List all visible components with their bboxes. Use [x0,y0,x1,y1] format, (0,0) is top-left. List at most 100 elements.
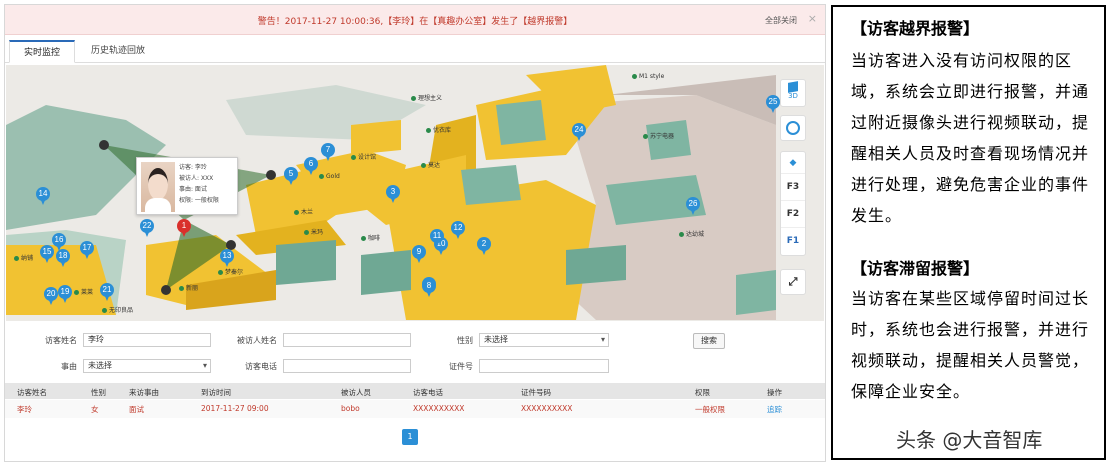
location-pin[interactable]: 9 [412,245,426,263]
location-pin[interactable]: 14 [36,187,50,205]
col-header: 访客电话 [413,388,443,397]
poi-napu[interactable]: 纳铺 [14,253,33,262]
floor-f1[interactable]: F1 [781,228,805,255]
location-pin[interactable]: 24 [572,123,586,141]
track-link[interactable]: 追踪 [767,404,782,415]
location-pin[interactable]: 6 [304,157,318,175]
pagination-page-1[interactable]: 1 [402,429,418,445]
location-pin[interactable]: 7 [321,143,335,161]
col-header: 证件号码 [521,388,551,397]
col-header: 来访事由 [129,388,159,397]
poi-mulan[interactable]: 木兰 [294,207,313,216]
poi-mengqin[interactable]: 梦秦尔 [218,267,243,276]
fullscreen-icon[interactable]: ⤢ [780,269,806,295]
location-pin[interactable]: 2 [477,237,491,255]
compass-icon [786,121,800,135]
poi-muji[interactable]: 无印良品 [102,305,133,314]
visitor-name-input[interactable]: 李玲 [83,333,211,347]
floor-f2[interactable]: F2 [781,201,805,228]
card-reason: 事由: 面试 [179,186,207,193]
cell-permission: 一般权限 [695,405,725,414]
location-pin[interactable]: 26 [686,197,700,215]
location-pin[interactable]: 8 [422,279,436,297]
search-form: 访客姓名 李玲 被访人姓名 性别 未选择 搜索 事由 未选择 访客电话 证件号 [5,323,825,383]
poi-gold[interactable]: Gold [319,173,340,180]
cell-gender: 女 [91,405,99,414]
cell-name: 李玲 [17,405,32,414]
location-pin[interactable]: 3 [386,185,400,203]
cube-icon [788,81,798,93]
visitor-phone-label: 访客电话 [245,362,277,371]
cell-time: 2017-11-27 09:00 [201,404,269,413]
cell-visited: bobo [341,404,360,413]
poi-xinli[interactable]: 新丽 [179,283,198,292]
view-3d-button[interactable]: 3D [780,79,806,107]
location-pin[interactable]: 12 [451,221,465,239]
id-input[interactable] [479,359,609,373]
location-pin[interactable]: 21 [100,283,114,301]
visitor-photo [141,162,175,212]
location-pin[interactable]: 25 [766,95,780,113]
poi-design[interactable]: 设计馆 [351,152,376,161]
card-visited-name: 被访人: XXX [179,175,214,182]
poi-dayoucheng[interactable]: 达幼城 [679,229,704,238]
location-pin[interactable]: 20 [44,287,58,305]
alert-banner: 警告！2017-11-27 10:00:36,【李玲】在【真趣办公室】发生了【越… [5,5,825,35]
location-pin[interactable]: 18 [56,249,70,267]
close-icon[interactable]: × [808,12,817,25]
floor-f3[interactable]: F3 [781,174,805,201]
layers-icon[interactable]: ◆ [781,152,805,174]
poi-m1-style[interactable]: M1 style [632,73,664,80]
col-header: 被访人员 [341,388,371,397]
col-header: 访客姓名 [17,388,47,397]
indoor-map[interactable]: M1 style 理想主义 优衣库 设计馆 苏宁电器 莫达 木兰 Gold 米玛… [6,65,824,321]
location-pin[interactable]: 5 [284,167,298,185]
table-header: 访客姓名 性别 来访事由 到访时间 被访人员 访客电话 证件号码 权限 操作 [5,383,825,399]
tab-realtime[interactable]: 实时监控 [9,40,76,63]
col-header: 到访时间 [201,388,231,397]
reason-select[interactable]: 未选择 [83,359,211,373]
alert-message: 警告！2017-11-27 10:00:36,【李玲】在【真趣办公室】发生了【越… [257,17,573,27]
heading-boundary-alarm: 【访客越界报警】 [851,19,980,38]
location-pin[interactable]: 11 [430,229,444,247]
cell-reason: 面试 [129,405,144,414]
gender-select[interactable]: 未选择 [479,333,609,347]
poi-mima[interactable]: 米玛 [304,227,323,236]
col-header: 性别 [91,388,106,397]
poi-lixiang[interactable]: 理想主义 [411,93,442,102]
visitor-phone-input[interactable] [283,359,411,373]
poi-uniqlo[interactable]: 优衣库 [426,125,451,134]
search-button[interactable]: 搜索 [693,333,725,349]
location-pin[interactable]: 13 [220,249,234,267]
reason-label: 事由 [61,362,77,371]
cell-id: XXXXXXXXXX [521,404,573,413]
gender-label: 性别 [457,336,473,345]
visitor-info-card: 访客: 李玲 被访人: XXX 事由: 面试 权限: 一般权限 [136,157,238,215]
tab-bar: 实时监控 历史轨迹回放 [5,37,825,63]
para-boundary-alarm: 当访客进入没有访问权限的区域，系统会立即进行报警，并通过附近摄像头进行视频联动，… [851,51,1090,225]
tab-history[interactable]: 历史轨迹回放 [77,40,159,63]
poi-coffee[interactable]: 咖啡 [361,233,380,242]
col-header: 权限 [695,388,710,397]
poi-laila[interactable]: 莱莱 [74,287,93,296]
visitor-monitor-app: 警告！2017-11-27 10:00:36,【李玲】在【真趣办公室】发生了【越… [4,4,826,462]
para-stay-alarm: 当访客在某些区域停留时间过长时，系统也会进行报警，并进行视频联动，提醒相关人员警… [851,289,1090,401]
heading-stay-alarm: 【访客滞留报警】 [851,259,980,278]
close-all-button[interactable]: 全部关闭 [765,15,797,26]
compass-button[interactable] [780,115,806,141]
description-panel: 【访客越界报警】 当访客进入没有访问权限的区域，系统会立即进行报警，并通过附近摄… [831,5,1106,460]
location-pin[interactable]: 22 [140,219,154,237]
visited-name-label: 被访人姓名 [237,336,277,345]
location-pin[interactable]: 19 [58,285,72,303]
watermark: 头条 @大音智库 [896,428,1043,452]
card-permission: 权限: 一般权限 [179,197,219,204]
visited-name-input[interactable] [283,333,411,347]
poi-moda[interactable]: 莫达 [421,160,440,169]
visitor-pin[interactable]: 1 [177,219,191,237]
map-canvas [6,65,824,321]
location-pin[interactable]: 17 [80,241,94,259]
table-row[interactable]: 李玲 女 面试 2017-11-27 09:00 bobo XXXXXXXXXX… [5,400,825,418]
floor-selector: ◆ F3 F2 F1 [780,151,806,256]
cell-phone: XXXXXXXXXX [413,404,465,413]
poi-suning[interactable]: 苏宁电器 [643,131,674,140]
